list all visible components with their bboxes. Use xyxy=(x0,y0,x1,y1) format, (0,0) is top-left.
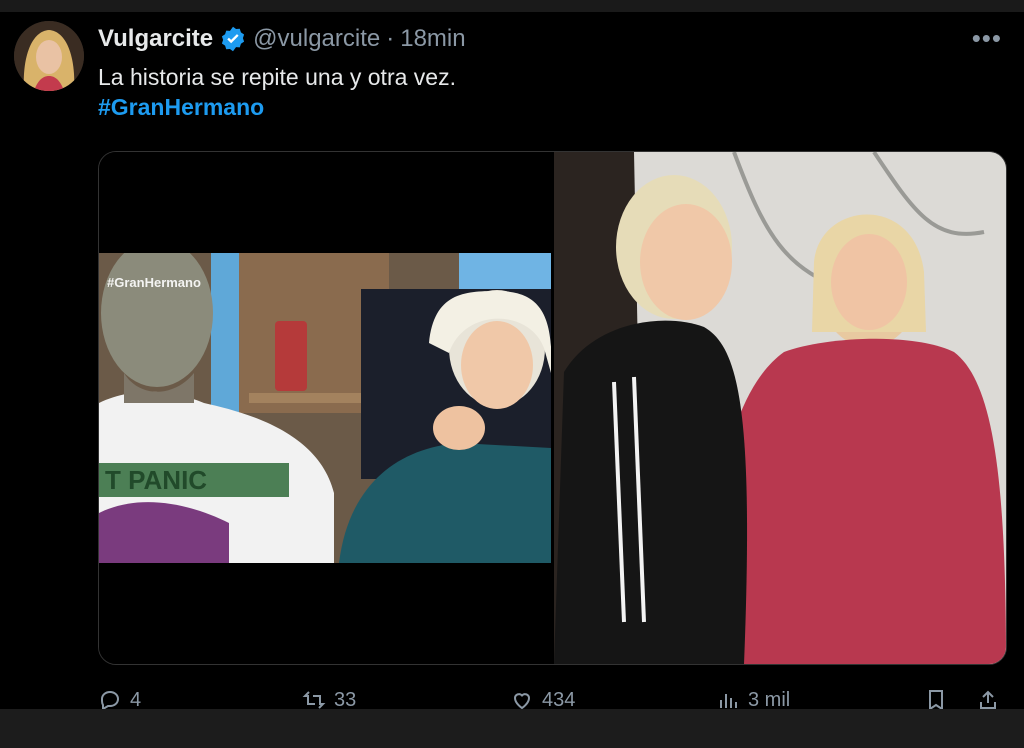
separator-dot: · xyxy=(386,25,395,52)
bottom-edge-bar xyxy=(0,709,1024,748)
top-edge-bar xyxy=(0,0,1024,12)
video-watermark: #GranHermano xyxy=(107,275,201,290)
tweet-body: La historia se repite una y otra vez. xyxy=(98,64,456,90)
media-left-panel[interactable]: #GranHermano T PANIC xyxy=(99,152,551,664)
left-video-frame: #GranHermano T PANIC xyxy=(99,253,551,563)
avatar-image xyxy=(14,21,84,91)
tweet-text: La historia se repite una y otra vez. #G… xyxy=(98,62,456,122)
user-handle[interactable]: @vulgarcite xyxy=(253,25,380,53)
timestamp[interactable]: 18min xyxy=(400,25,465,53)
avatar[interactable] xyxy=(14,21,84,91)
verified-badge-icon xyxy=(219,25,247,53)
right-scene-image xyxy=(554,152,1006,664)
tweet-media[interactable]: #GranHermano T PANIC xyxy=(98,151,1007,665)
left-scene-image xyxy=(99,253,551,563)
shirt-text: T PANIC xyxy=(105,465,208,495)
tweet-header: Vulgarcite @vulgarcite · 18min xyxy=(98,22,466,56)
hashtag-link[interactable]: #GranHermano xyxy=(98,92,456,122)
media-right-panel[interactable] xyxy=(554,152,1006,664)
more-options-icon[interactable]: ••• xyxy=(972,24,1002,52)
display-name[interactable]: Vulgarcite xyxy=(98,25,213,53)
